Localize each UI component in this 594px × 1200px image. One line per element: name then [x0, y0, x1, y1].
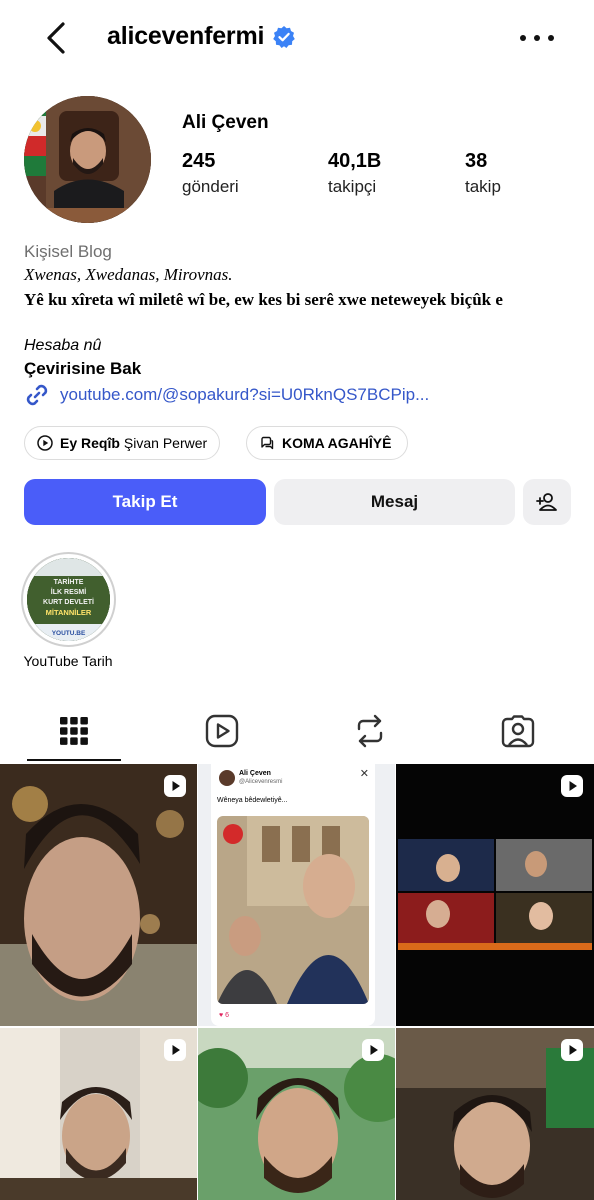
reel-badge-icon [164, 1039, 186, 1061]
link-text: youtube.com/@sopakurd?si=U0RknQS7BCPip..… [60, 385, 430, 404]
highlight-cover-line-4: MİTANNİLER [46, 608, 92, 617]
post-card-like-count: 6 [225, 1012, 230, 1019]
heart-icon: ♥ [219, 1012, 224, 1019]
bio-line-3: Hesaba nû [24, 337, 102, 354]
display-name: Ali Çeven [182, 112, 269, 133]
highlight-youtube-tarih[interactable]: TARİHTE İLK RESMİ KURT DEVLETİ MİTANNİLE… [21, 552, 116, 647]
post-card-avatar [219, 770, 235, 786]
follow-button[interactable]: Takip Et [24, 479, 266, 525]
see-translation-button[interactable]: Çevirisine Bak [24, 359, 141, 379]
bio-line-2: Yê ku xîreta wî miletê wî be, ew kes bi … [24, 290, 503, 309]
highlight-cover-line-1: TARİHTE [54, 578, 84, 586]
post-card-likes: ♥ 6 [219, 1012, 229, 1019]
post-card-handle: @Alicevenresmi [239, 779, 283, 785]
post-card-image [217, 816, 369, 1004]
grid-icon [60, 717, 88, 745]
profile-category: Kişisel Blog [24, 242, 112, 261]
highlight-cover-line-2: İLK RESMİ [51, 588, 86, 596]
highlight-label: YouTube Tarih [23, 653, 113, 669]
tab-reels[interactable] [148, 700, 296, 762]
post-card: Ali Çeven @Alicevenresmi Wêneya bêdewlet… [211, 764, 375, 1026]
highlight-cover: TARİHTE İLK RESMİ KURT DEVLETİ MİTANNİLE… [27, 558, 110, 641]
link-icon [26, 384, 48, 406]
highlight-cover-line-3: KURT DEVLETİ [43, 598, 94, 606]
active-tab-indicator [27, 759, 121, 761]
stat-followers-value: 40,1B [328, 150, 382, 172]
play-icon [37, 435, 53, 451]
reels-icon [205, 714, 239, 748]
stat-posts-value: 245 [182, 150, 216, 172]
post-thumbnail-3[interactable] [396, 764, 594, 1026]
tab-reposts[interactable] [296, 700, 444, 762]
music-chip[interactable]: Ey Reqîb Şivan Perwer [24, 426, 221, 460]
username-text: alicevenfermi [107, 22, 265, 50]
music-chip-artist: Şivan Perwer [123, 435, 208, 451]
profile-link[interactable]: youtube.com/@sopakurd?si=U0RknQS7BCPip..… [24, 382, 429, 408]
stat-followers-label: takipçi [328, 177, 377, 196]
reel-badge-icon [164, 775, 186, 797]
close-icon: ✕ [359, 768, 369, 780]
tagged-icon [501, 715, 535, 748]
tab-tagged[interactable] [444, 700, 592, 762]
add-person-button[interactable] [523, 479, 571, 525]
post-thumbnail-2[interactable]: Ali Çeven @Alicevenresmi Wêneya bêdewlet… [198, 764, 395, 1026]
top-bar: alicevenfermi [0, 0, 594, 76]
bio-line-1: Xwenas, Xwedanas, Mirovnas. [24, 265, 233, 284]
reel-badge-icon [561, 775, 583, 797]
post-thumbnail-6[interactable] [396, 1028, 594, 1200]
repost-icon [357, 714, 383, 748]
tab-posts[interactable] [0, 700, 148, 762]
threads-icon [261, 436, 274, 450]
add-person-icon [536, 493, 557, 511]
post-card-name: Ali Çeven [239, 770, 271, 777]
more-horizontal-icon[interactable] [520, 26, 554, 50]
post-thumbnail-4[interactable] [0, 1028, 197, 1200]
post-thumbnail-1[interactable] [0, 764, 197, 1026]
avatar[interactable] [24, 96, 151, 223]
reel-badge-icon [362, 1039, 384, 1061]
reel-badge-icon [561, 1039, 583, 1061]
stat-posts[interactable]: 245 gönderi [182, 150, 239, 197]
profile-username: alicevenfermi [107, 22, 296, 51]
stat-following[interactable]: 38 takip [465, 150, 501, 197]
stat-posts-label: gönderi [182, 177, 239, 196]
threads-chip-label: KOMA AGAHÎYÊ [282, 435, 392, 451]
message-button[interactable]: Mesaj [274, 479, 515, 525]
stat-following-value: 38 [465, 150, 488, 172]
threads-chip[interactable]: KOMA AGAHÎYÊ [246, 426, 409, 460]
highlight-cover-footer: YOUTU.BE [52, 630, 86, 637]
verified-badge-icon [273, 25, 296, 48]
stat-followers[interactable]: 40,1B takipçi [328, 150, 381, 197]
post-thumbnail-5[interactable] [198, 1028, 395, 1200]
post-card-text: Wêneya bêdewletiyê... [217, 797, 288, 804]
stat-following-label: takip [465, 177, 501, 196]
profile-tabs [0, 700, 594, 762]
music-chip-title: Ey Reqîb [60, 435, 120, 451]
chevron-left-icon[interactable] [36, 18, 76, 58]
